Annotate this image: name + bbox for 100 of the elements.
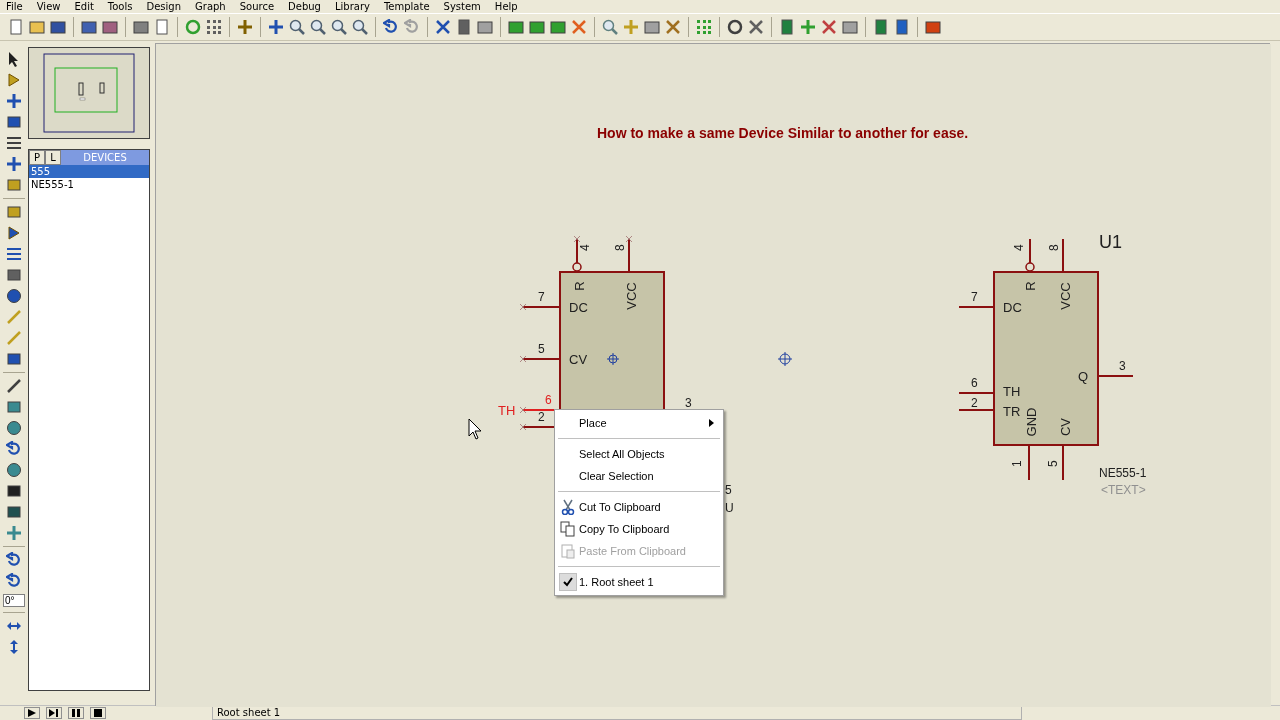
value-label: NE555-1 [1099, 466, 1147, 480]
status-sheet: Root sheet 1 [212, 706, 1022, 720]
rotate-anticlockwise-icon[interactable] [6, 573, 22, 589]
pin-line [519, 303, 561, 311]
block-delete-icon[interactable] [571, 19, 587, 35]
pin-label: DC [569, 300, 588, 315]
pause-icon[interactable] [68, 707, 84, 719]
line-icon[interactable] [6, 378, 22, 394]
menu-item[interactable]: View [36, 0, 61, 13]
mouse-cursor-icon [468, 418, 482, 440]
pin-number: 6 [971, 376, 978, 390]
pin-label: TH [1003, 384, 1021, 399]
pin-label: GND [1023, 407, 1039, 437]
part-label: 5 [725, 483, 732, 497]
pin-line [1062, 238, 1064, 273]
origin-marker-icon [777, 351, 793, 367]
stop-icon[interactable] [90, 707, 106, 719]
schematic-title: How to make a same Device Similar to another for ease. [597, 125, 969, 141]
pin-label: R [1022, 281, 1038, 291]
pin-line [1062, 444, 1064, 481]
pin-number: 7 [538, 290, 545, 304]
pin-number: 3 [1119, 359, 1126, 373]
step-icon[interactable] [46, 707, 62, 719]
play-icon[interactable] [24, 707, 40, 719]
menu-item[interactable]: Library [334, 0, 370, 13]
menu-item[interactable]: Place [555, 412, 723, 434]
pin-line [625, 235, 633, 273]
net-label: TH [498, 403, 516, 418]
pick-device-icon[interactable] [602, 19, 618, 35]
zoom-area-icon[interactable] [352, 19, 368, 35]
grid-icon[interactable] [206, 19, 222, 35]
menu-item[interactable]: 1. Root sheet 1 [555, 571, 723, 593]
pin-line [958, 409, 995, 411]
part-label: U [725, 501, 734, 515]
text-placeholder: <TEXT> [1101, 483, 1146, 497]
menu-item[interactable]: Clear Selection [555, 465, 723, 487]
menu-item[interactable]: Edit [74, 0, 94, 13]
pin-number: 2 [971, 396, 978, 410]
pin-number: 3 [685, 396, 692, 410]
check-icon [559, 573, 577, 591]
clipboard-icon [560, 543, 576, 559]
menu-item[interactable]: Cut To Clipboard [555, 496, 723, 518]
pin-line [572, 235, 582, 272]
new-page-icon[interactable] [8, 19, 24, 35]
crosshair-icon[interactable] [237, 19, 253, 35]
menu-item[interactable]: Help [494, 0, 518, 13]
pin-line [958, 306, 995, 308]
origin-marker-icon [606, 352, 620, 366]
pin-number: 6 [545, 393, 552, 407]
menu-item[interactable]: Source [239, 0, 275, 13]
pin-number: 5 [538, 342, 545, 356]
pin-label: VCC [1057, 282, 1073, 310]
device-list-item[interactable]: NE555-1 [29, 178, 149, 191]
pin-number: 5 [1046, 460, 1060, 467]
undo-icon[interactable] [383, 19, 399, 35]
pin-label: CV [1057, 417, 1073, 437]
menu-item[interactable]: Design [146, 0, 181, 13]
pin-number: 4 [1012, 244, 1026, 251]
menu-item[interactable]: Select All Objects [555, 443, 723, 465]
menu-item[interactable]: System [443, 0, 481, 13]
pin-line [1028, 444, 1030, 481]
pin-label: TR [1003, 404, 1021, 419]
overview-panel[interactable] [28, 47, 150, 139]
menu-item[interactable]: Tools [107, 0, 133, 13]
panel-title: DEVICES [82, 151, 128, 165]
page-icon[interactable] [154, 19, 170, 35]
circle-icon[interactable] [6, 420, 22, 436]
pin-number: 1 [1010, 460, 1024, 467]
zoom-out-icon[interactable] [310, 19, 326, 35]
menu-item[interactable]: Template [383, 0, 430, 13]
zoom-icon[interactable] [331, 19, 347, 35]
menu-item[interactable]: Graph [195, 0, 226, 13]
menu-item[interactable]: File [6, 0, 23, 13]
rotation-field[interactable]: 0° [3, 594, 25, 607]
chip-body[interactable] [993, 271, 1099, 446]
submenu-arrow-icon [709, 419, 715, 427]
pin-number: 8 [613, 244, 627, 251]
zoom-in-icon[interactable] [289, 19, 305, 35]
pin-number: 4 [578, 244, 592, 251]
delete-sheet-icon[interactable] [821, 19, 837, 35]
menu-item[interactable]: Debug [288, 0, 321, 13]
pin-label: R [571, 281, 587, 291]
pin-line [519, 355, 561, 363]
rotate-clockwise-icon[interactable] [6, 552, 22, 568]
pin-number: 7 [971, 290, 978, 304]
pin-label: CV [569, 352, 588, 367]
panel-tab[interactable]: L [45, 150, 61, 165]
pin-label: Q [1078, 369, 1089, 384]
square-icon[interactable] [6, 399, 22, 415]
pin-label: VCC [623, 282, 639, 310]
panel-tab[interactable]: P [29, 150, 45, 165]
pin-label: DC [1003, 300, 1022, 315]
pin-number: 8 [1047, 244, 1061, 251]
pin-line [958, 392, 995, 394]
device-list-item[interactable]: 555 [29, 165, 149, 178]
pin-number: 2 [538, 410, 545, 424]
pin-line [1097, 375, 1134, 377]
reference-label: U1 [1099, 232, 1122, 252]
pin-line [1025, 238, 1035, 272]
menu-item[interactable]: Copy To Clipboard [555, 518, 723, 540]
